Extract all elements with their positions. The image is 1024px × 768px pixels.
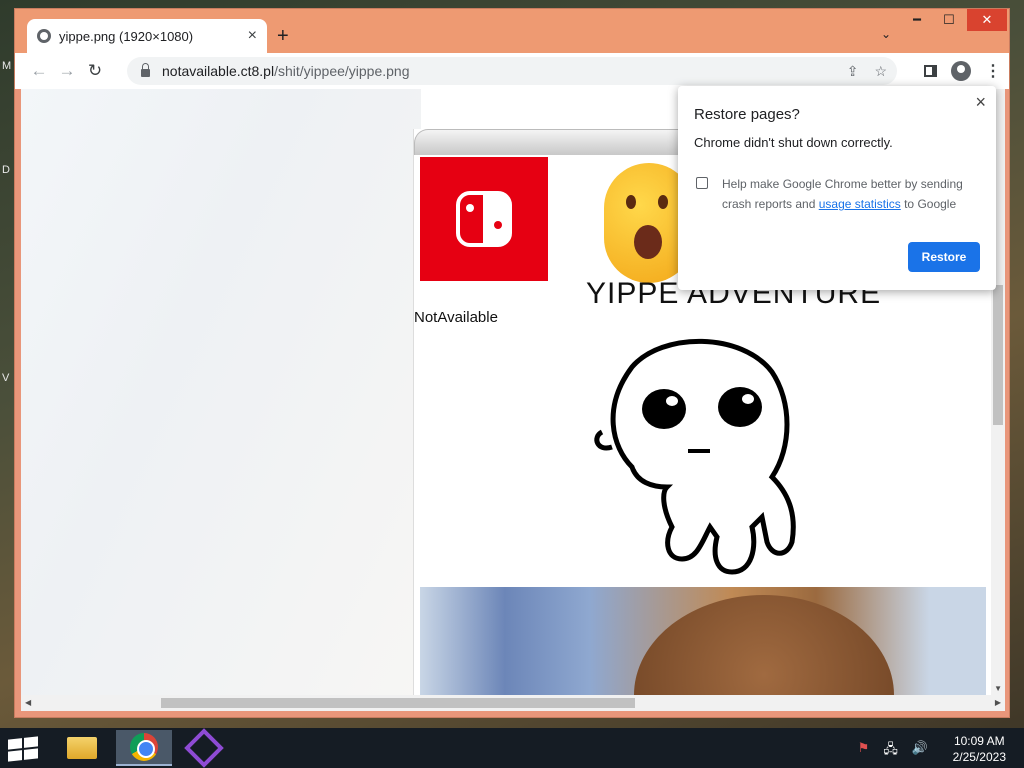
dialog-message: Chrome didn't shut down correctly. <box>694 135 893 150</box>
tab-yippe[interactable]: yippe.png (1920×1080) × <box>27 19 267 53</box>
clock-date: 2/25/2023 <box>952 750 1006 764</box>
creature-drawing <box>594 338 796 575</box>
profile-icon[interactable] <box>951 61 971 81</box>
forward-button[interactable]: → <box>53 61 81 81</box>
image-label: NotAvailable <box>414 309 498 326</box>
new-tab-button[interactable]: + <box>277 25 289 48</box>
scroll-left-arrow-icon[interactable]: ◀ <box>25 698 31 707</box>
address-bar[interactable]: notavailable.ct8.pl/shit/yippee/yippe.pn… <box>127 57 897 85</box>
lock-icon[interactable] <box>141 63 150 77</box>
checkbox-label: Help make Google Chrome better by sendin… <box>722 177 963 211</box>
switch-logo <box>420 157 548 281</box>
vertical-scroll-thumb[interactable] <box>993 285 1003 425</box>
crash-report-checkbox[interactable] <box>696 177 708 189</box>
dialog-close-icon[interactable]: × <box>975 92 986 113</box>
menu-icon[interactable]: ⋮ <box>985 61 1001 81</box>
photo-strip <box>420 587 986 695</box>
tab-close-icon[interactable]: × <box>248 27 257 45</box>
tab-title: yippe.png (1920×1080) <box>59 28 194 44</box>
restore-pages-dialog: Restore pages? × Chrome didn't shut down… <box>678 86 996 290</box>
visual-studio-icon <box>184 728 224 768</box>
tab-strip: yippe.png (1920×1080) × + ⌄ ━ ☐ ✕ <box>15 9 1009 53</box>
system-tray: ⚑ 🖧 🔊 <box>858 740 928 762</box>
url-host: notavailable.ct8.pl <box>162 63 275 79</box>
side-panel-icon[interactable] <box>924 65 937 77</box>
taskbar-clock[interactable]: 10:09 AM 2/25/2023 <box>953 733 1006 765</box>
toolbar: ← → ↻ notavailable.ct8.pl/shit/yippee/yi… <box>15 53 1009 89</box>
usage-statistics-link[interactable]: usage statistics <box>819 197 901 211</box>
bookmark-star-icon[interactable]: ☆ <box>874 63 887 80</box>
tab-search-icon[interactable]: ⌄ <box>881 27 891 41</box>
volume-icon[interactable]: 🔊 <box>912 740 928 762</box>
desktop-icon-label: V <box>2 372 10 384</box>
share-icon[interactable]: ⇪ <box>847 63 859 80</box>
folder-icon <box>67 737 97 759</box>
dialog-title: Restore pages? <box>694 106 800 123</box>
minimize-button[interactable]: ━ <box>901 9 933 31</box>
reload-button[interactable]: ↻ <box>81 61 109 81</box>
maximize-button[interactable]: ☐ <box>933 9 965 31</box>
desktop-icon-label: M <box>2 60 12 72</box>
scroll-down-arrow-icon[interactable]: ▼ <box>994 684 1002 693</box>
back-button[interactable]: ← <box>25 61 53 81</box>
url-path: /shit/yippee/yippe.png <box>274 63 410 79</box>
taskbar: ⚑ 🖧 🔊 10:09 AM 2/25/2023 <box>0 728 1024 768</box>
windows-start-icon[interactable] <box>8 736 38 762</box>
taskbar-chrome[interactable] <box>116 730 172 766</box>
clock-time: 10:09 AM <box>953 734 1005 748</box>
desktop-icon-label: D <box>2 164 10 176</box>
chrome-icon <box>130 733 158 761</box>
globe-icon <box>37 29 51 43</box>
taskbar-file-explorer[interactable] <box>54 730 110 766</box>
horizontal-scroll-thumb[interactable] <box>161 698 635 708</box>
background-area <box>21 89 421 695</box>
close-window-button[interactable]: ✕ <box>967 9 1007 31</box>
taskbar-visual-studio[interactable] <box>176 728 232 768</box>
action-center-flag-icon[interactable]: ⚑ <box>858 740 870 762</box>
scroll-right-arrow-icon[interactable]: ▶ <box>995 698 1001 707</box>
switch-emblem-icon <box>456 191 512 247</box>
restore-button[interactable]: Restore <box>908 242 980 272</box>
network-icon[interactable]: 🖧 <box>883 740 898 762</box>
horizontal-scrollbar[interactable]: ◀ ▶ <box>21 695 1005 711</box>
